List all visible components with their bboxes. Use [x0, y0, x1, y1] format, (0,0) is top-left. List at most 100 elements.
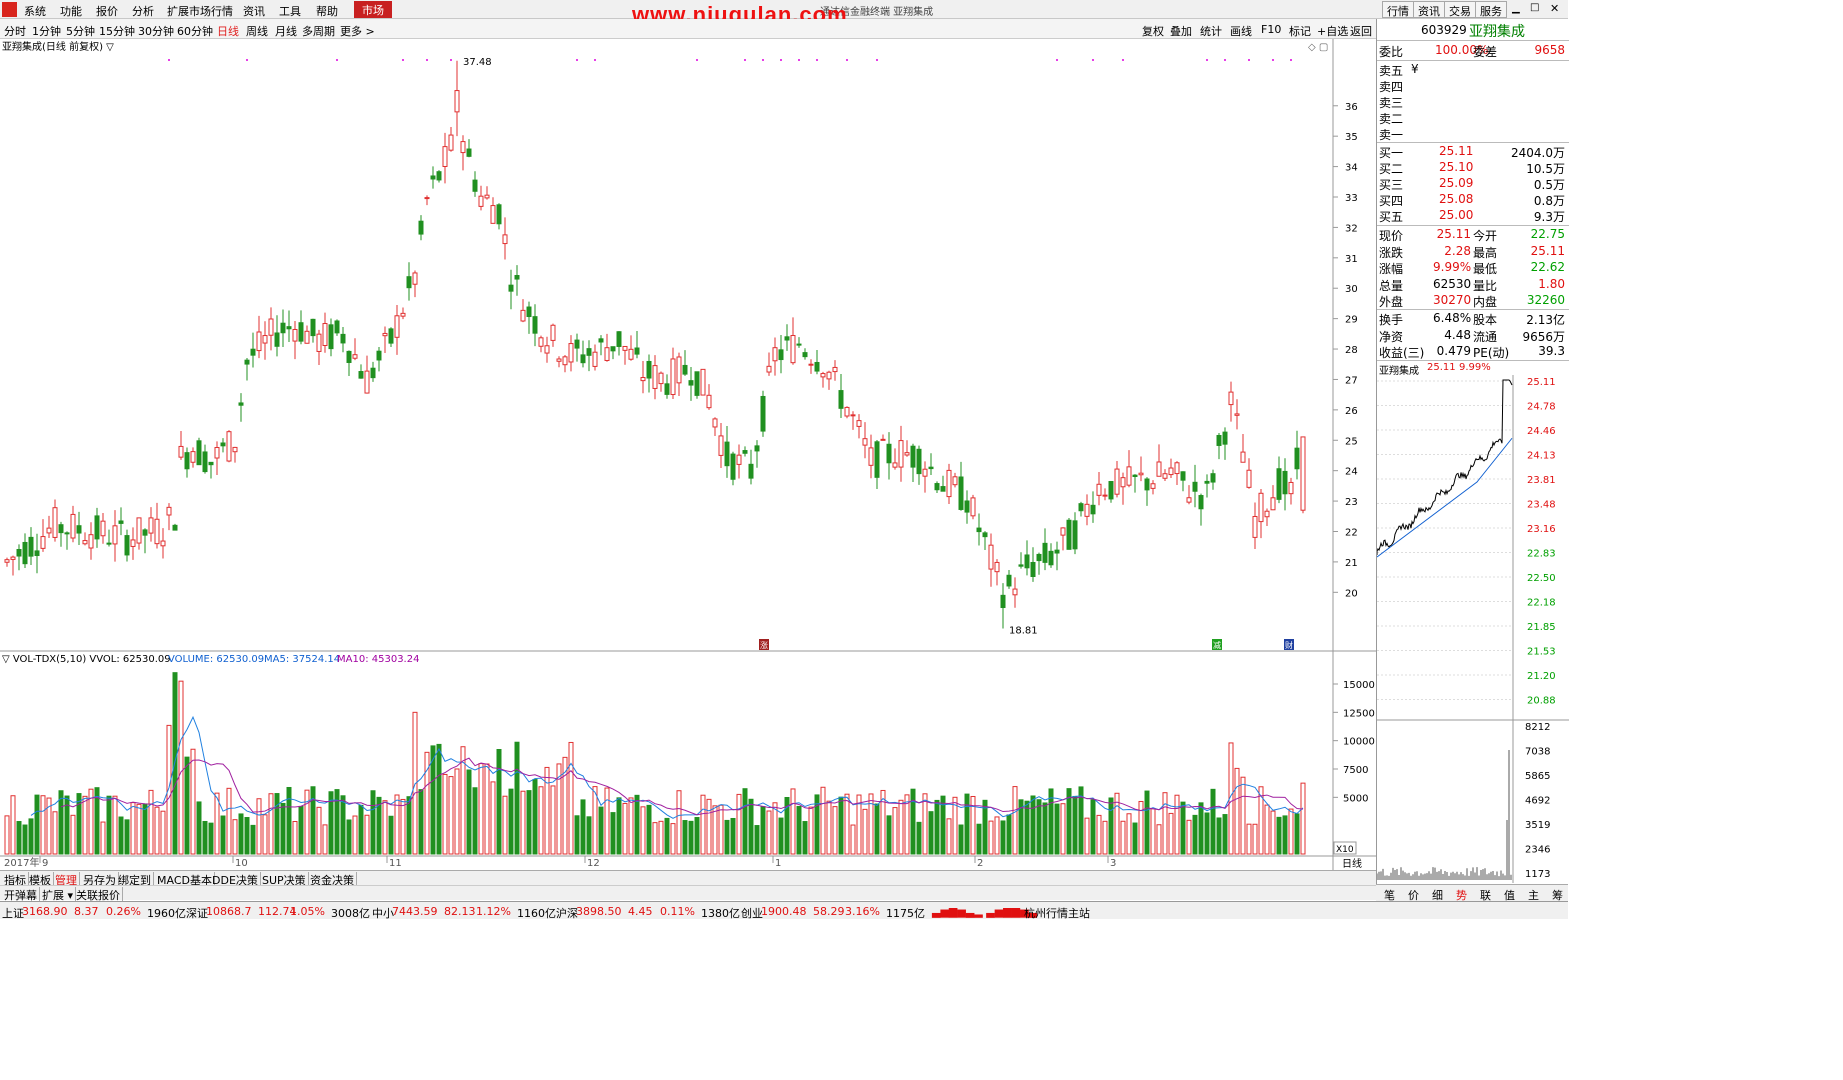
volume-bar	[1054, 803, 1060, 855]
tool-overlay[interactable]: 叠加	[1170, 23, 1192, 39]
mini-price-label: 24.13	[1527, 451, 1556, 462]
period-monthly[interactable]: 月线	[275, 23, 297, 39]
tool-f10[interactable]: F10	[1261, 23, 1281, 36]
volume-bar	[1036, 799, 1042, 855]
menu-market[interactable]: 市场	[354, 1, 392, 18]
tool-stats[interactable]: 统计	[1200, 23, 1222, 39]
menu-function[interactable]: 功能	[60, 3, 82, 19]
candle-body	[1264, 510, 1270, 518]
intraday-chart[interactable]: 25.11 24.78 24.46 24.13 23.81 23.48 23.16 22.83…	[1377, 375, 1569, 883]
sell-level-3[interactable]: 卖三	[1377, 94, 1569, 110]
date-label: 10	[235, 858, 248, 869]
price-tick-label: 30	[1345, 284, 1358, 295]
buy-level-4[interactable]: 买四 25.08 0.8万	[1377, 192, 1569, 208]
volume-bar	[1156, 824, 1162, 855]
period-1min[interactable]: 1分钟	[32, 23, 61, 39]
menu-system[interactable]: 系统	[24, 3, 46, 19]
menu-bar: 系统 功能 报价 分析 扩展市场行情 资讯 工具 帮助 市场 通达信金融终端 亚…	[0, 0, 1568, 27]
btn-hangqing[interactable]: 行情	[1382, 1, 1414, 18]
date-label: 11	[389, 858, 402, 869]
index-2-name[interactable]: 中小	[372, 905, 394, 921]
tool-back[interactable]: 返回	[1350, 23, 1372, 39]
tool-mark[interactable]: 标记	[1289, 23, 1311, 39]
volume-bar	[1084, 817, 1090, 855]
candle-body	[958, 476, 964, 510]
candle-body	[538, 337, 544, 347]
candle-body	[274, 332, 280, 347]
volume-bar	[586, 816, 592, 855]
period-more[interactable]: 更多 >	[340, 23, 375, 39]
volume-bar	[1012, 786, 1018, 855]
price-tick-label: 31	[1345, 254, 1358, 265]
chart-option-icon[interactable]: ◇ ▢	[1308, 42, 1328, 53]
tool-fuquan[interactable]: 复权	[1142, 23, 1164, 39]
marker-zhang[interactable]: 涨	[760, 640, 768, 650]
close-icon[interactable]: ✕	[1550, 2, 1559, 15]
sell-level-4[interactable]: 卖四	[1377, 78, 1569, 94]
tool-draw[interactable]: 画线	[1230, 23, 1252, 39]
menu-analysis[interactable]: 分析	[132, 3, 154, 19]
app-logo-icon[interactable]	[2, 2, 17, 17]
btn-zixun[interactable]: 资讯	[1413, 1, 1445, 18]
signal-dot	[798, 59, 800, 61]
candle-body	[778, 349, 784, 361]
index-3-name[interactable]: 沪深	[556, 905, 578, 921]
candle-body	[388, 328, 394, 344]
candle-body	[838, 390, 844, 409]
minimize-icon[interactable]: ▁	[1512, 3, 1520, 14]
candle-body	[1066, 519, 1072, 550]
volume-bar	[1222, 814, 1228, 855]
stock-name: 亚翔集成	[1469, 24, 1525, 40]
candle-body	[478, 195, 484, 207]
tool-add-watch[interactable]: +自选	[1317, 23, 1348, 39]
x10-label[interactable]: X10	[1336, 845, 1354, 855]
candle-body	[190, 451, 196, 463]
volume-bar	[718, 804, 724, 855]
maximize-icon[interactable]: □	[1530, 2, 1539, 13]
volume-bar	[40, 795, 46, 855]
menu-quote[interactable]: 报价	[96, 3, 118, 19]
marker-jian[interactable]: 减	[1213, 640, 1221, 650]
volume-bar	[364, 814, 370, 855]
buy-level-3[interactable]: 买三 25.09 0.5万	[1377, 176, 1569, 192]
menu-help[interactable]: 帮助	[316, 3, 338, 19]
index-1-name[interactable]: 深证	[186, 905, 208, 921]
candle-body	[556, 358, 562, 362]
server-label[interactable]: 杭州行情主站	[1024, 905, 1090, 921]
btn-trade[interactable]: 交易	[1444, 1, 1476, 18]
buy-level-5[interactable]: 买五 25.00 9.3万	[1377, 208, 1569, 224]
menu-extended-market[interactable]: 扩展市场行情	[167, 3, 233, 19]
candle-body	[562, 356, 568, 366]
kline-chart[interactable]: 亚翔集成(日线 前复权) ▽ ◇ ▢ 363534333231302928272…	[0, 39, 1376, 870]
period-30min[interactable]: 30分钟	[138, 23, 174, 39]
volume-bar	[508, 788, 514, 855]
volume-bar	[1204, 812, 1210, 855]
btn-service[interactable]: 服务	[1475, 1, 1507, 18]
period-5min[interactable]: 5分钟	[66, 23, 95, 39]
period-weekly[interactable]: 周线	[246, 23, 268, 39]
index-4-name[interactable]: 创业	[741, 905, 763, 921]
candle-body	[874, 441, 880, 478]
marker-cai[interactable]: 财	[1285, 640, 1293, 650]
signal-dot	[1290, 59, 1292, 61]
sell-level-1[interactable]: 卖一	[1377, 126, 1569, 142]
candle-body	[580, 354, 586, 364]
candle-body	[592, 351, 598, 367]
period-60min[interactable]: 60分钟	[177, 23, 213, 39]
buy-level-2[interactable]: 买二 25.10 10.5万	[1377, 160, 1569, 176]
period-daily[interactable]: 日线	[217, 23, 239, 39]
period-multi[interactable]: 多周期	[302, 23, 335, 39]
sell-level-2[interactable]: 卖二	[1377, 110, 1569, 126]
candle-body	[754, 445, 760, 452]
candle-body	[340, 333, 346, 344]
sell-level-5[interactable]: 卖五 ¥	[1377, 62, 1569, 78]
candle-body	[1192, 481, 1198, 492]
candle-body	[1114, 468, 1120, 495]
period-15min[interactable]: 15分钟	[99, 23, 135, 39]
index-0-name[interactable]: 上证	[2, 905, 24, 921]
candle-body	[976, 527, 982, 533]
period-fenshi[interactable]: 分时	[4, 23, 26, 39]
menu-news[interactable]: 资讯	[243, 3, 265, 19]
buy-level-1[interactable]: 买一 25.11 2404.0万	[1377, 144, 1569, 160]
menu-tools[interactable]: 工具	[279, 3, 301, 19]
